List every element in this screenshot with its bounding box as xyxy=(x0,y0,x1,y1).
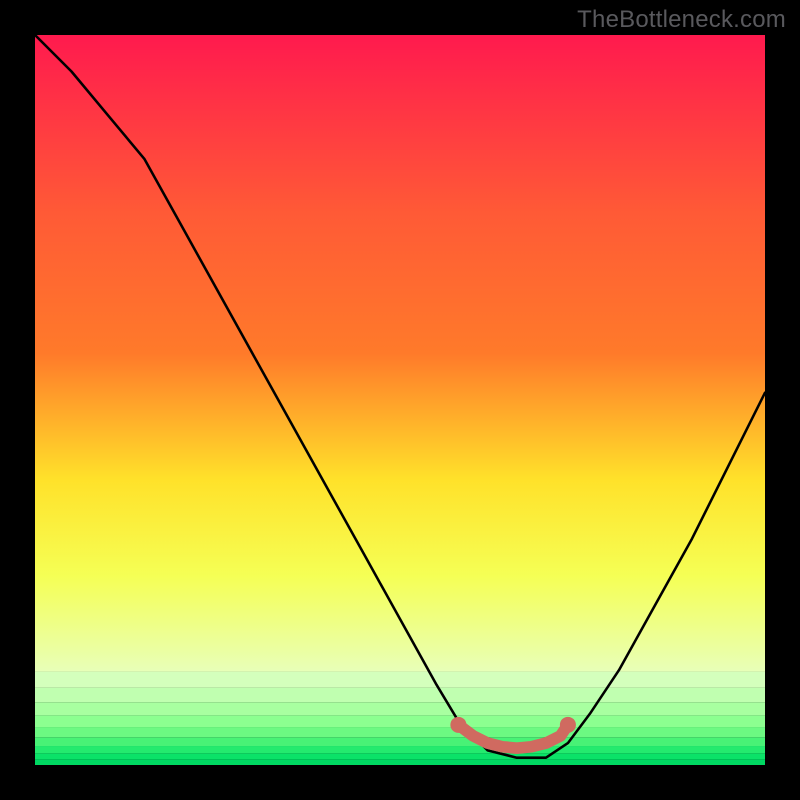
bottleneck-chart xyxy=(35,35,765,765)
watermark-text: TheBottleneck.com xyxy=(577,6,786,34)
chart-frame: TheBottleneck.com xyxy=(0,0,800,800)
